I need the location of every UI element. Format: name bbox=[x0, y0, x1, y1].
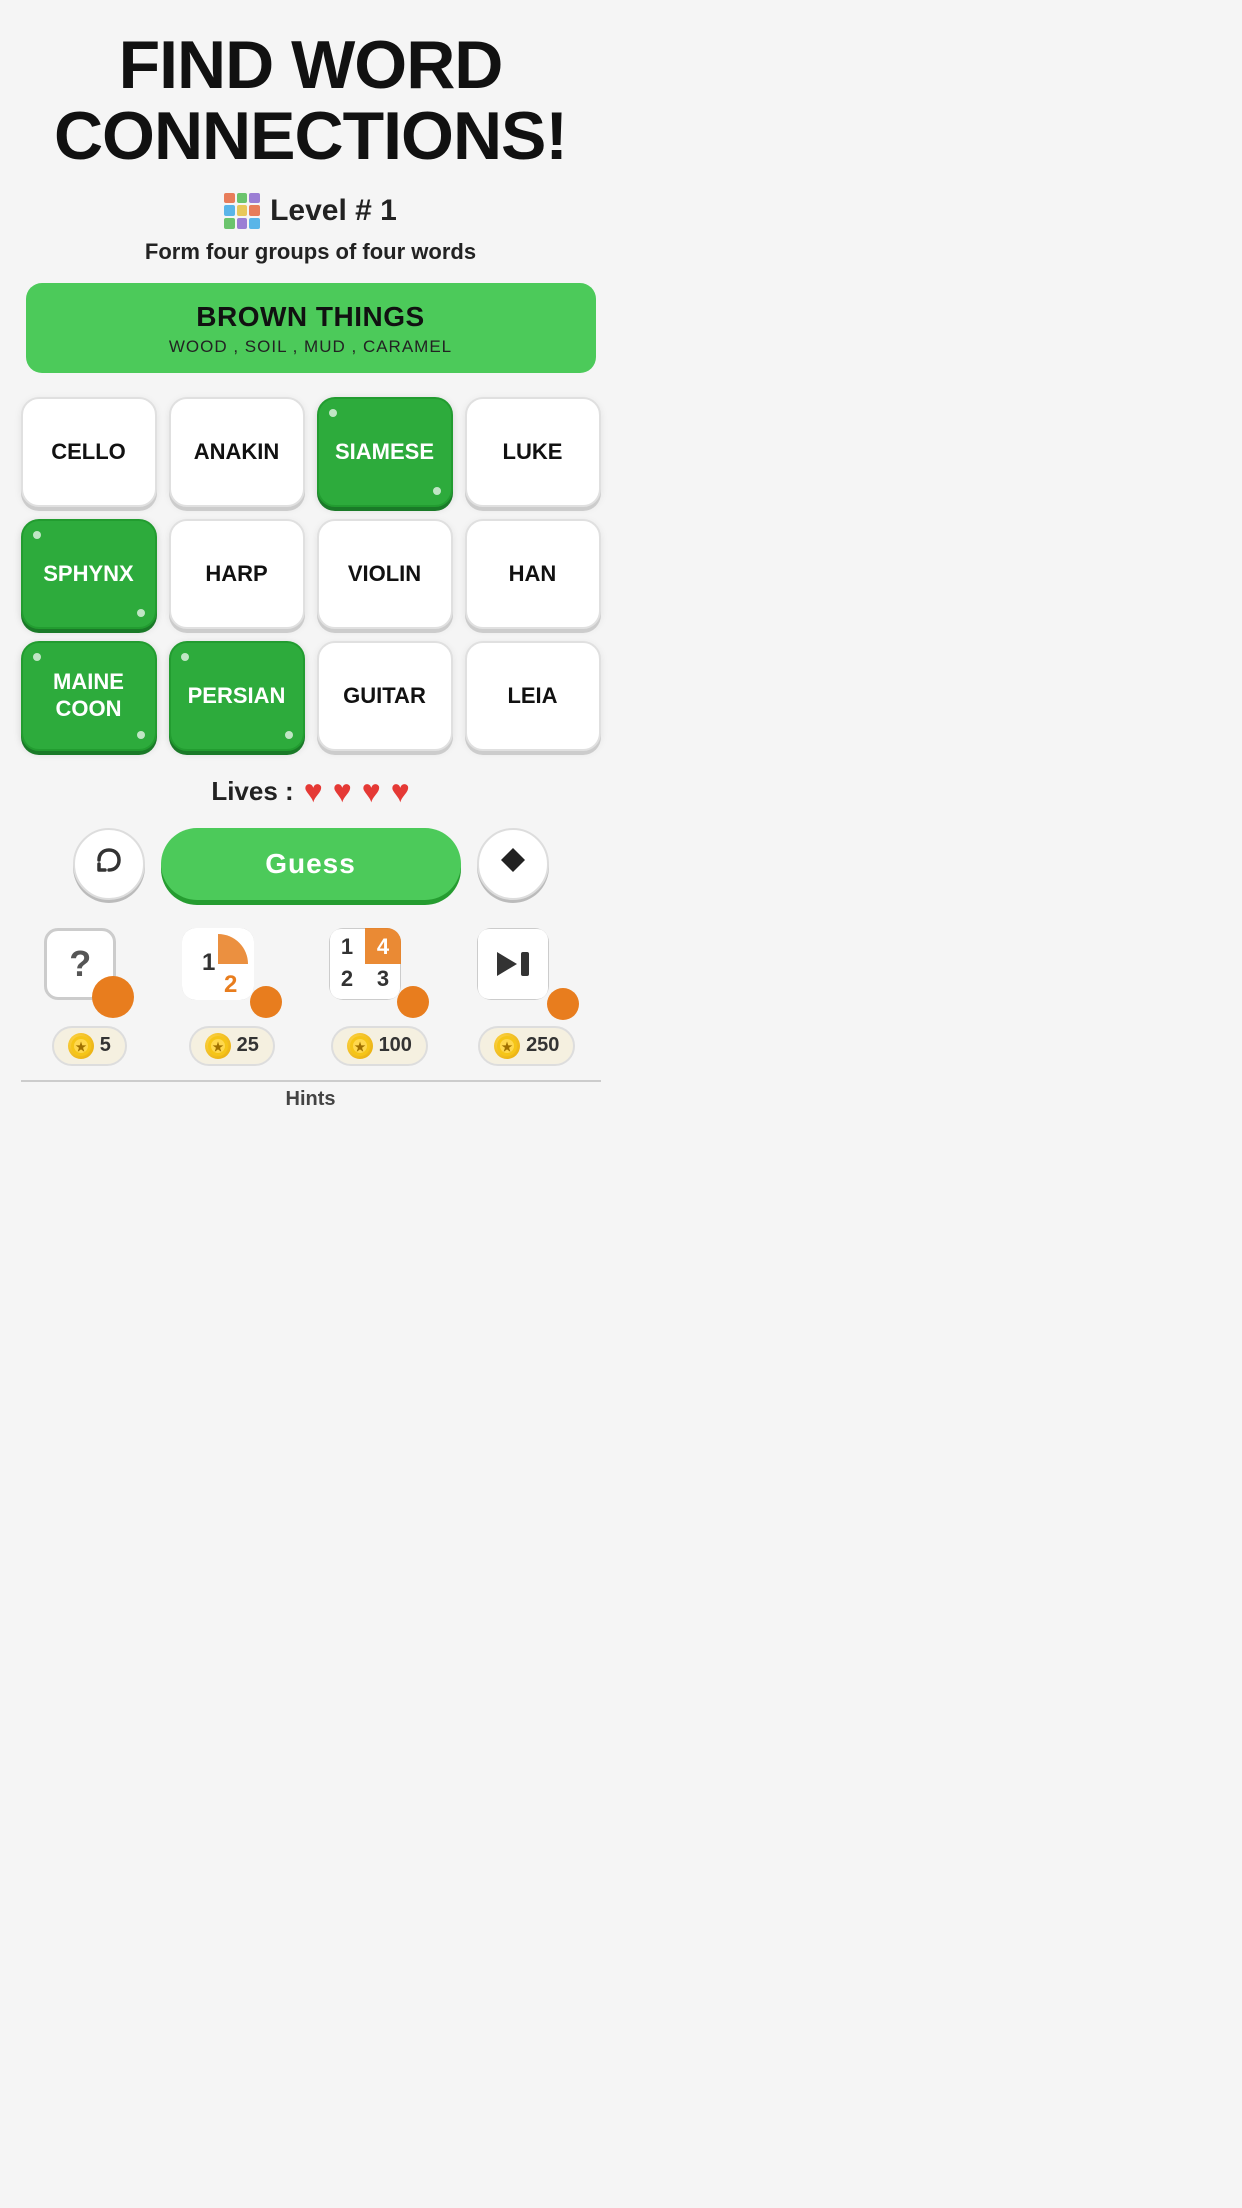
level-label: Level # 1 bbox=[270, 194, 397, 228]
word-tile-guitar[interactable]: GUITAR bbox=[317, 641, 453, 751]
svg-text:4: 4 bbox=[377, 934, 390, 959]
svg-text:★: ★ bbox=[354, 1040, 365, 1054]
word-tile-han[interactable]: HAN bbox=[465, 519, 601, 629]
hint-4-cost: ★ 250 bbox=[478, 1026, 575, 1066]
svg-text:★: ★ bbox=[502, 1040, 513, 1054]
solved-banner: BROWN THINGS WOOD , SOIL , MUD , CARAMEL bbox=[26, 283, 596, 373]
grid-icon bbox=[224, 193, 260, 229]
hints-row: ? ★ 5 1 2 bbox=[21, 928, 601, 1066]
heart-1: ♥ bbox=[304, 773, 323, 810]
hint-1-cost: ★ 5 bbox=[52, 1026, 127, 1066]
erase-icon bbox=[497, 844, 529, 883]
hint-item-3[interactable]: 1 4 2 3 ★ 100 bbox=[329, 928, 429, 1066]
coin-icon-1: ★ bbox=[68, 1033, 94, 1059]
tile-label: HARP bbox=[205, 561, 267, 587]
action-row: Guess bbox=[73, 828, 549, 900]
tile-label: SIAMESE bbox=[335, 439, 434, 465]
hint-item-4[interactable]: ★ 250 bbox=[477, 928, 577, 1066]
heart-3: ♥ bbox=[362, 773, 381, 810]
hint-4-price: 250 bbox=[526, 1034, 559, 1057]
tile-label: LEIA bbox=[507, 683, 557, 709]
banner-title: BROWN THINGS bbox=[46, 301, 576, 333]
hint-3-cost: ★ 100 bbox=[331, 1026, 428, 1066]
tile-label: VIOLIN bbox=[348, 561, 421, 587]
guess-button[interactable]: Guess bbox=[161, 828, 461, 900]
shuffle-icon bbox=[93, 844, 125, 883]
coin-icon-3: ★ bbox=[347, 1033, 373, 1059]
hints-label: Hints bbox=[286, 1088, 336, 1111]
tile-label: CELLO bbox=[51, 439, 126, 465]
word-tile-harp[interactable]: HARP bbox=[169, 519, 305, 629]
svg-text:3: 3 bbox=[377, 966, 389, 991]
tile-label: GUITAR bbox=[343, 683, 426, 709]
word-tile-cello[interactable]: CELLO bbox=[21, 397, 157, 507]
hint-item-1[interactable]: ? ★ 5 bbox=[44, 928, 134, 1066]
coin-icon-4: ★ bbox=[494, 1033, 520, 1059]
svg-text:1: 1 bbox=[341, 934, 353, 959]
tile-label: SPHYNX bbox=[43, 561, 133, 587]
lives-label: Lives : bbox=[211, 776, 293, 807]
coin-icon-2: ★ bbox=[205, 1033, 231, 1059]
heart-2: ♥ bbox=[333, 773, 352, 810]
hints-section: ? ★ 5 1 2 bbox=[21, 928, 601, 1111]
lives-row: Lives : ♥ ♥ ♥ ♥ bbox=[211, 773, 409, 810]
hint-2-cost: ★ 25 bbox=[189, 1026, 275, 1066]
main-title: FIND WORD CONNECTIONS! bbox=[0, 30, 621, 173]
svg-text:1: 1 bbox=[202, 949, 215, 976]
hint-2-price: 25 bbox=[237, 1034, 259, 1057]
hint-1-badge bbox=[92, 976, 134, 1018]
hint-item-2[interactable]: 1 2 1 2 bbox=[182, 928, 282, 1066]
subtitle: Form four groups of four words bbox=[145, 239, 476, 265]
svg-text:2: 2 bbox=[224, 971, 237, 998]
svg-text:2: 2 bbox=[341, 966, 353, 991]
word-tile-sphynx[interactable]: SPHYNX bbox=[21, 519, 157, 629]
svg-text:★: ★ bbox=[212, 1040, 223, 1054]
word-grid: CELLO ANAKIN SIAMESE LUKE SPHYNX HARP VIOLIN HA… bbox=[21, 397, 601, 751]
word-tile-mainecoon[interactable]: MAINE COON bbox=[21, 641, 157, 751]
banner-subtitle: WOOD , SOIL , MUD , CARAMEL bbox=[46, 337, 576, 357]
word-tile-violin[interactable]: VIOLIN bbox=[317, 519, 453, 629]
hint-1-price: 5 bbox=[100, 1034, 111, 1057]
shuffle-button[interactable] bbox=[73, 828, 145, 900]
hint-2-badge bbox=[250, 986, 282, 1018]
hint-3-price: 100 bbox=[379, 1034, 412, 1057]
erase-button[interactable] bbox=[477, 828, 549, 900]
word-tile-anakin[interactable]: ANAKIN bbox=[169, 397, 305, 507]
svg-text:★: ★ bbox=[75, 1040, 86, 1054]
word-tile-persian[interactable]: PERSIAN bbox=[169, 641, 305, 751]
word-tile-leia[interactable]: LEIA bbox=[465, 641, 601, 751]
word-tile-siamese[interactable]: SIAMESE bbox=[317, 397, 453, 507]
hint-3-badge bbox=[397, 986, 429, 1018]
word-tile-luke[interactable]: LUKE bbox=[465, 397, 601, 507]
tile-label: PERSIAN bbox=[188, 683, 286, 709]
bottom-divider bbox=[21, 1080, 601, 1082]
tile-label: MAINE COON bbox=[53, 669, 124, 722]
hint-4-icon bbox=[477, 928, 577, 1018]
heart-4: ♥ bbox=[391, 773, 410, 810]
hint-1-icon: ? bbox=[44, 928, 134, 1018]
tile-label: HAN bbox=[509, 561, 557, 587]
tile-label: ANAKIN bbox=[194, 439, 280, 465]
hint-3-icon: 1 4 2 3 bbox=[329, 928, 429, 1018]
tile-label: LUKE bbox=[503, 439, 563, 465]
hint-4-badge bbox=[547, 988, 579, 1020]
hint-2-icon: 1 2 1 2 bbox=[182, 928, 282, 1018]
